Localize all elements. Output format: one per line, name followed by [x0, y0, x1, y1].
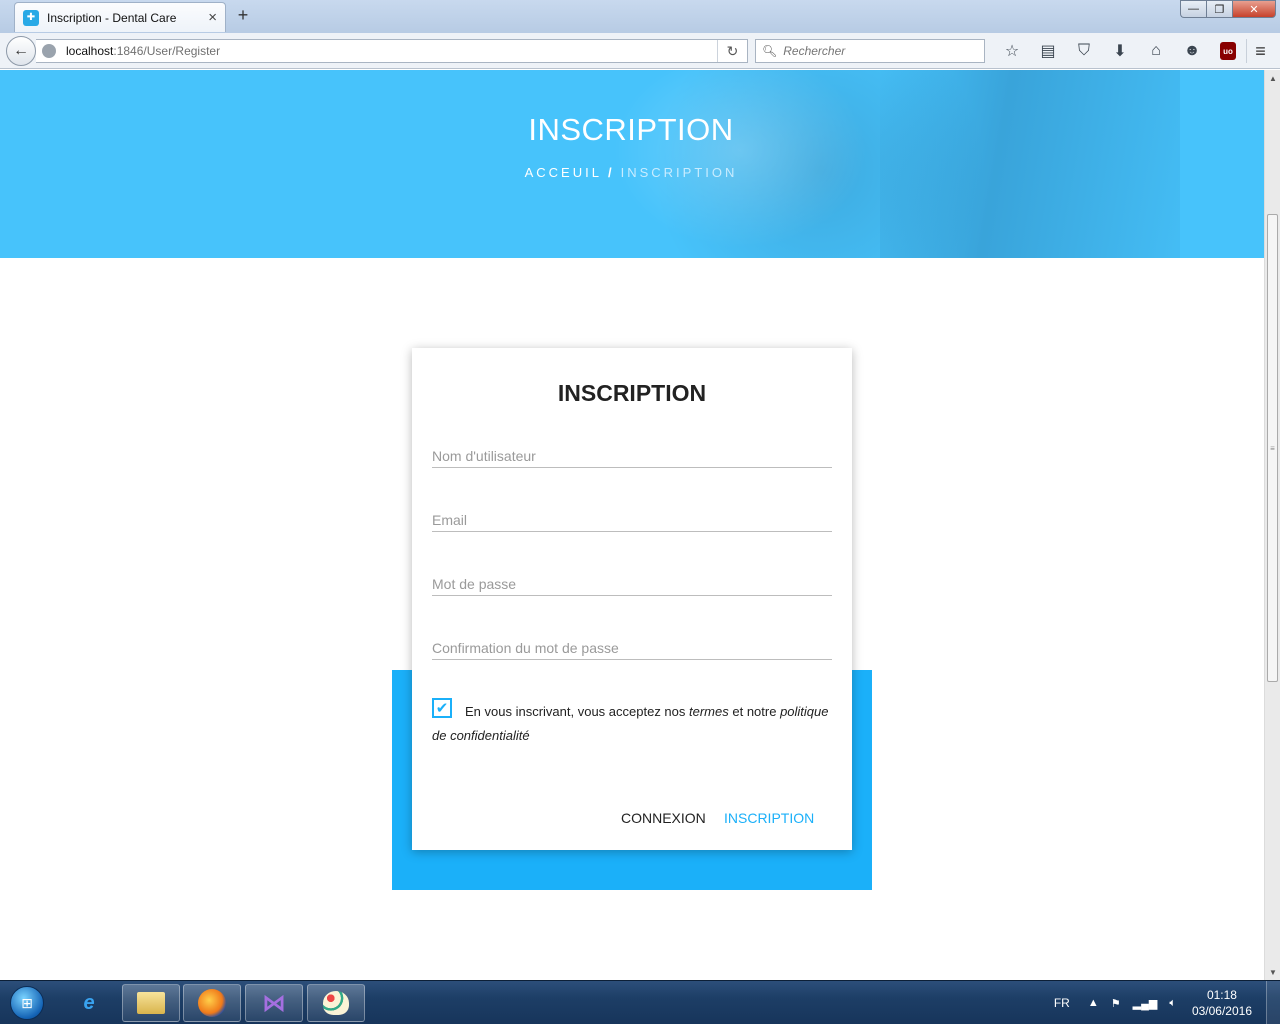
download-icon[interactable]: ⬇ [1102, 39, 1138, 63]
search-icon: 🔍︎ [762, 44, 778, 58]
tab-title: Inscription - Dental Care [47, 10, 177, 25]
search-bar[interactable]: 🔍︎ [755, 39, 985, 63]
firefox-icon[interactable] [183, 984, 241, 1022]
internet-explorer-icon[interactable]: e [60, 984, 118, 1022]
username-field[interactable] [432, 444, 832, 468]
new-tab-button[interactable]: + [232, 5, 254, 26]
hero-title: INSCRIPTION [528, 112, 734, 147]
scroll-up-icon[interactable]: ▲ [1265, 70, 1280, 86]
show-desktop-button[interactable] [1266, 981, 1280, 1024]
confirm-password-field[interactable] [432, 636, 832, 660]
start-button[interactable]: ⊞ [2, 983, 52, 1023]
reading-list-icon[interactable]: ▤ [1030, 39, 1066, 63]
file-explorer-icon[interactable] [122, 984, 180, 1022]
bookmark-star-icon[interactable]: ☆ [994, 39, 1030, 63]
pocket-icon[interactable]: ⛉ [1066, 39, 1102, 63]
browser-tab[interactable]: ✚ Inscription - Dental Care × [14, 2, 226, 32]
search-input[interactable] [783, 44, 974, 58]
system-tray: FR ▲ ⚑ ▂▄▆ 🔈︎ 01:18 03/06/2016 [1054, 981, 1280, 1024]
clock-time: 01:18 [1206, 988, 1237, 1002]
web-page: INSCRIPTION ACCEUIL / INSCRIPTION INSCRIPT… [0, 70, 1264, 980]
breadcrumb-separator: / [607, 165, 615, 180]
hamburger-menu-icon[interactable]: ≡ [1246, 39, 1274, 63]
minimize-button[interactable]: — [1180, 0, 1206, 18]
paint-icon[interactable] [307, 984, 365, 1022]
email-field[interactable] [432, 508, 832, 532]
windows-taskbar: ⊞ e ⋈ FR ▲ ⚑ ▂▄▆ 🔈︎ 01:18 03/06/2016 [0, 980, 1280, 1024]
chat-icon[interactable]: ☻ [1174, 39, 1210, 63]
vertical-scrollbar[interactable]: ▲ ≡ ▼ [1264, 70, 1280, 980]
terms-text-part2: et notre [728, 704, 781, 719]
terms-checkbox[interactable]: ✔ [432, 698, 452, 718]
visual-studio-icon[interactable]: ⋈ [245, 984, 303, 1022]
register-card: INSCRIPTION En vous inscrivant, vous acc… [412, 348, 852, 850]
close-window-button[interactable]: ✕ [1232, 0, 1276, 18]
action-center-flag-icon[interactable]: ⚑ [1111, 997, 1121, 1010]
toolbar-icons: ☆ ▤ ⛉ ⬇ ⌂ ☻ uo [994, 39, 1246, 63]
tab-close-icon[interactable]: × [208, 9, 217, 26]
language-indicator[interactable]: FR [1054, 996, 1070, 1010]
ublock-icon[interactable]: uo [1210, 39, 1246, 63]
url-path: :1846/User/Register [113, 44, 221, 58]
terms-text: En vous inscrivant, vous acceptez nos te… [432, 700, 832, 748]
hero-banner: INSCRIPTION ACCEUIL / INSCRIPTION [0, 70, 1264, 258]
scroll-thumb[interactable]: ≡ [1267, 214, 1278, 682]
breadcrumb-current: INSCRIPTION [620, 165, 738, 180]
back-icon[interactable]: ← [6, 36, 36, 66]
windows-logo-icon: ⊞ [10, 986, 44, 1020]
tooth-favicon-icon: ✚ [23, 9, 39, 26]
maximize-button[interactable]: ❐ [1206, 0, 1232, 18]
password-field[interactable] [432, 572, 832, 596]
url-host: localhost [66, 44, 114, 58]
scroll-down-icon[interactable]: ▼ [1265, 964, 1280, 980]
browser-nav-bar: ← localhost:1846/User/Register ↻ 🔍︎ ☆ ▤ … [0, 33, 1280, 69]
url-bar[interactable]: localhost:1846/User/Register ↻ [36, 39, 748, 63]
volume-icon[interactable]: 🔈︎ [1169, 997, 1176, 1010]
terms-link[interactable]: termes [689, 704, 729, 719]
clock[interactable]: 01:18 03/06/2016 [1192, 987, 1252, 1019]
browser-tab-bar: ✚ Inscription - Dental Care × + — ❐ ✕ [0, 0, 1280, 33]
globe-icon [42, 44, 56, 58]
network-signal-icon[interactable]: ▂▄▆ [1133, 997, 1158, 1010]
hero-photo-shade [880, 70, 1180, 258]
register-button[interactable]: INSCRIPTION [724, 810, 814, 826]
window-controls: — ❐ ✕ [1180, 0, 1276, 18]
terms-text-part1: En vous inscrivant, vous acceptez nos [465, 704, 690, 719]
checkmark-icon: ✔ [435, 700, 449, 717]
breadcrumb: ACCEUIL / INSCRIPTION [0, 165, 1262, 180]
clock-date: 03/06/2016 [1191, 1004, 1252, 1018]
form-title: INSCRIPTION [557, 380, 707, 406]
login-button[interactable]: CONNEXION [621, 810, 706, 826]
reload-icon[interactable]: ↻ [717, 40, 747, 62]
breadcrumb-home-link[interactable]: ACCEUIL [525, 165, 602, 180]
home-icon[interactable]: ⌂ [1138, 39, 1174, 63]
show-hidden-icons-icon[interactable]: ▲ [1088, 997, 1099, 1009]
